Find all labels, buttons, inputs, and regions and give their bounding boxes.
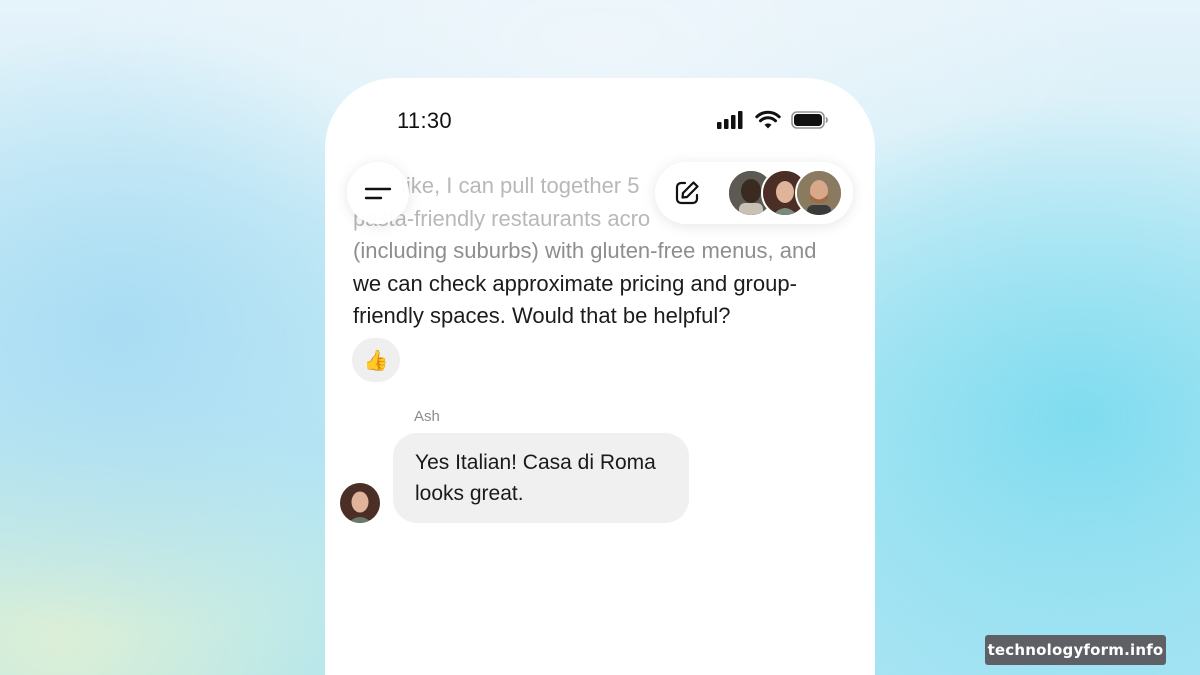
assistant-line-3: (including suburbs) with gluten-free men… bbox=[353, 238, 817, 263]
header-actions bbox=[655, 162, 853, 224]
sender-avatar[interactable] bbox=[340, 483, 380, 523]
phone-screen: 11:30 like, I can pull together 5 pasta-… bbox=[325, 78, 875, 675]
participant-avatar-3[interactable] bbox=[795, 169, 843, 217]
user-message-bubble[interactable]: Yes Italian! Casa di Roma looks great. bbox=[393, 433, 689, 523]
battery-icon bbox=[791, 111, 828, 129]
thumbs-up-reaction[interactable]: 👍 bbox=[352, 338, 400, 382]
assistant-line-5: friendly spaces. Would that be helpful? bbox=[353, 303, 731, 328]
watermark: technologyform.info bbox=[985, 635, 1166, 665]
signal-icon bbox=[717, 111, 743, 129]
menu-button[interactable] bbox=[347, 162, 409, 224]
compose-icon bbox=[675, 181, 699, 205]
wifi-icon bbox=[755, 110, 781, 129]
sender-name: Ash bbox=[414, 408, 440, 425]
assistant-line-4: we can check approximate pricing and gro… bbox=[353, 270, 797, 296]
thumbs-up-icon: 👍 bbox=[363, 349, 389, 372]
status-icons bbox=[717, 110, 829, 130]
compose-button[interactable] bbox=[669, 175, 705, 211]
status-time: 11:30 bbox=[397, 108, 452, 133]
menu-icon bbox=[364, 187, 392, 200]
